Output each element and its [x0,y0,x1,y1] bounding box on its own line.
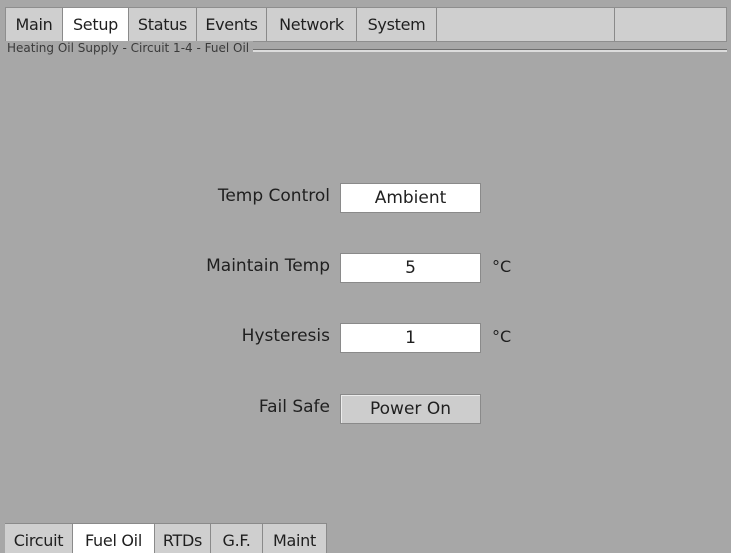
maintain-temp-input[interactable]: 5 [340,253,481,283]
hysteresis-label: Hysteresis [241,326,330,346]
tab-gf[interactable]: G.F. [211,523,263,553]
tab-fuel-oil[interactable]: Fuel Oil [73,523,155,553]
bottom-tab-bar: Circuit Fuel Oil RTDs G.F. Maint [5,523,727,553]
tab-rtds[interactable]: RTDs [155,523,211,553]
hmi-screen: Main Setup Status Events Network System … [0,0,731,553]
tab-network[interactable]: Network [267,8,357,41]
hysteresis-unit: °C [492,327,512,346]
tab-bar-filler [437,8,615,41]
temp-control-label: Temp Control [217,186,330,206]
fail-safe-label: Fail Safe [258,397,330,417]
hysteresis-input[interactable]: 1 [340,323,481,353]
tab-events[interactable]: Events [197,8,267,41]
maintain-temp-unit: °C [492,257,512,276]
tab-maint[interactable]: Maint [263,523,327,553]
tab-circuit[interactable]: Circuit [5,523,73,553]
group-title: Heating Oil Supply - Circuit 1-4 - Fuel … [5,41,254,55]
top-tab-bar: Main Setup Status Events Network System [5,7,727,42]
fail-safe-button[interactable]: Power On [340,394,481,424]
maintain-temp-label: Maintain Temp [206,256,330,276]
tab-status[interactable]: Status [129,8,197,41]
tab-bar-filler-end [615,8,726,41]
tab-setup[interactable]: Setup [63,8,129,41]
tab-system[interactable]: System [357,8,437,41]
tab-main[interactable]: Main [6,8,63,41]
temp-control-field[interactable]: Ambient [340,183,481,213]
